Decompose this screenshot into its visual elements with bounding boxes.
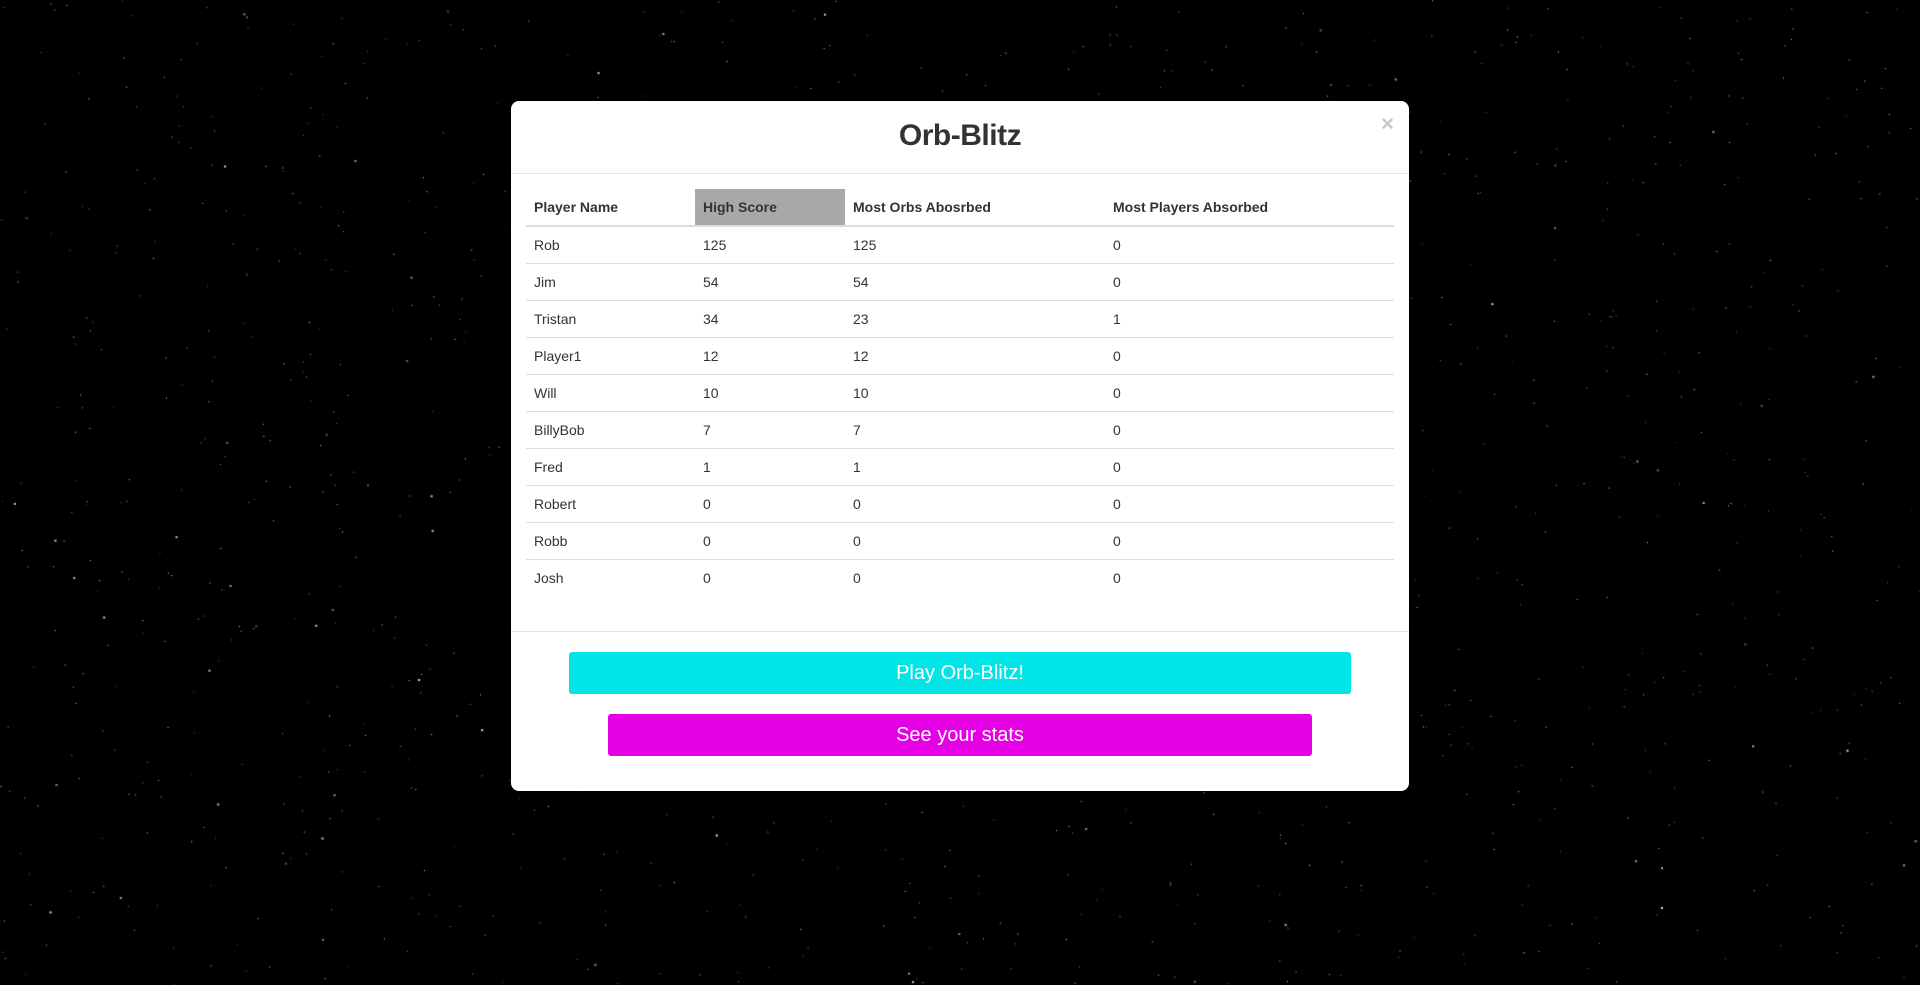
modal-title: Orb-Blitz xyxy=(898,119,1022,152)
cell-player-name: Player1 xyxy=(526,336,695,374)
modal-footer: Play Orb-Blitz! See your stats xyxy=(511,632,1409,790)
cell-high-score: 1 xyxy=(695,447,845,485)
table-row: Robert 0 0 0 xyxy=(526,484,1394,522)
cell-most-players: 0 xyxy=(1105,447,1394,485)
table-row: Jim 54 54 0 xyxy=(526,262,1394,300)
column-header-most-orbs[interactable]: Most Orbs Abosrbed xyxy=(845,189,1105,227)
cell-most-orbs: 23 xyxy=(845,299,1105,337)
leaderboard-modal: Orb-Blitz × Player Name High Score Most … xyxy=(511,101,1409,791)
cell-most-players: 1 xyxy=(1105,299,1394,337)
cell-high-score: 0 xyxy=(695,484,845,522)
cell-high-score: 0 xyxy=(695,521,845,559)
table-row: Robb 0 0 0 xyxy=(526,521,1394,559)
see-stats-button[interactable]: See your stats xyxy=(608,714,1312,756)
table-row: Will 10 10 0 xyxy=(526,373,1394,411)
table-body: Rob 125 125 0 Jim 54 54 0 Tristan 34 23 1 Player1 12 1… xyxy=(526,226,1394,596)
cell-most-players: 0 xyxy=(1113,236,1121,253)
column-header-most-players[interactable]: Most Players Absorbed xyxy=(1105,189,1394,227)
column-header-player-name[interactable]: Player Name xyxy=(526,189,695,227)
close-icon[interactable]: × xyxy=(1381,113,1394,135)
cell-high-score: 34 xyxy=(695,299,845,337)
cell-player-name: Rob xyxy=(534,236,560,253)
cell-player-name: Josh xyxy=(526,558,695,596)
cell-high-score: 54 xyxy=(695,262,845,300)
table-row: Josh 0 0 0 xyxy=(526,558,1394,596)
cell-player-name: Robb xyxy=(526,521,695,559)
cell-most-orbs: 7 xyxy=(845,410,1105,448)
cell-most-orbs: 54 xyxy=(845,262,1105,300)
cell-most-orbs: 0 xyxy=(845,521,1105,559)
modal-body: Player Name High Score Most Orbs Abosrbe… xyxy=(511,174,1409,632)
cell-player-name: Robert xyxy=(526,484,695,522)
table-row: Tristan 34 23 1 xyxy=(526,299,1394,337)
cell-most-players: 0 xyxy=(1105,558,1394,596)
table-header-row: Player Name High Score Most Orbs Abosrbe… xyxy=(526,189,1394,227)
table-row: Fred 1 1 0 xyxy=(526,447,1394,485)
cell-high-score: 12 xyxy=(695,336,845,374)
cell-most-players: 0 xyxy=(1105,262,1394,300)
leaderboard-table: Player Name High Score Most Orbs Abosrbe… xyxy=(526,189,1394,596)
cell-most-orbs: 1 xyxy=(845,447,1105,485)
cell-most-players: 0 xyxy=(1105,521,1394,559)
cell-high-score: 125 xyxy=(703,236,727,253)
modal-header: Orb-Blitz × xyxy=(511,101,1409,174)
cell-most-orbs: 0 xyxy=(845,484,1105,522)
cell-most-orbs: 12 xyxy=(845,336,1105,374)
cell-high-score: 10 xyxy=(695,373,845,411)
table-row: Player1 12 12 0 xyxy=(526,336,1394,374)
cell-player-name: BillyBob xyxy=(526,410,695,448)
cell-most-players: 0 xyxy=(1105,410,1394,448)
play-button[interactable]: Play Orb-Blitz! xyxy=(569,652,1351,694)
cell-most-players: 0 xyxy=(1105,336,1394,374)
column-header-high-score[interactable]: High Score xyxy=(695,189,845,227)
cell-high-score: 0 xyxy=(695,558,845,596)
cell-high-score: 7 xyxy=(695,410,845,448)
table-row: Rob 125 125 0 xyxy=(526,226,1394,263)
cell-player-name: Fred xyxy=(526,447,695,485)
cell-player-name: Jim xyxy=(526,262,695,300)
cell-most-players: 0 xyxy=(1105,373,1394,411)
cell-most-orbs: 0 xyxy=(845,558,1105,596)
cell-most-players: 0 xyxy=(1105,484,1394,522)
table-row: BillyBob 7 7 0 xyxy=(526,410,1394,448)
cell-most-orbs: 10 xyxy=(845,373,1105,411)
cell-most-orbs: 125 xyxy=(853,236,877,253)
cell-player-name: Will xyxy=(526,373,695,411)
cell-player-name: Tristan xyxy=(526,299,695,337)
